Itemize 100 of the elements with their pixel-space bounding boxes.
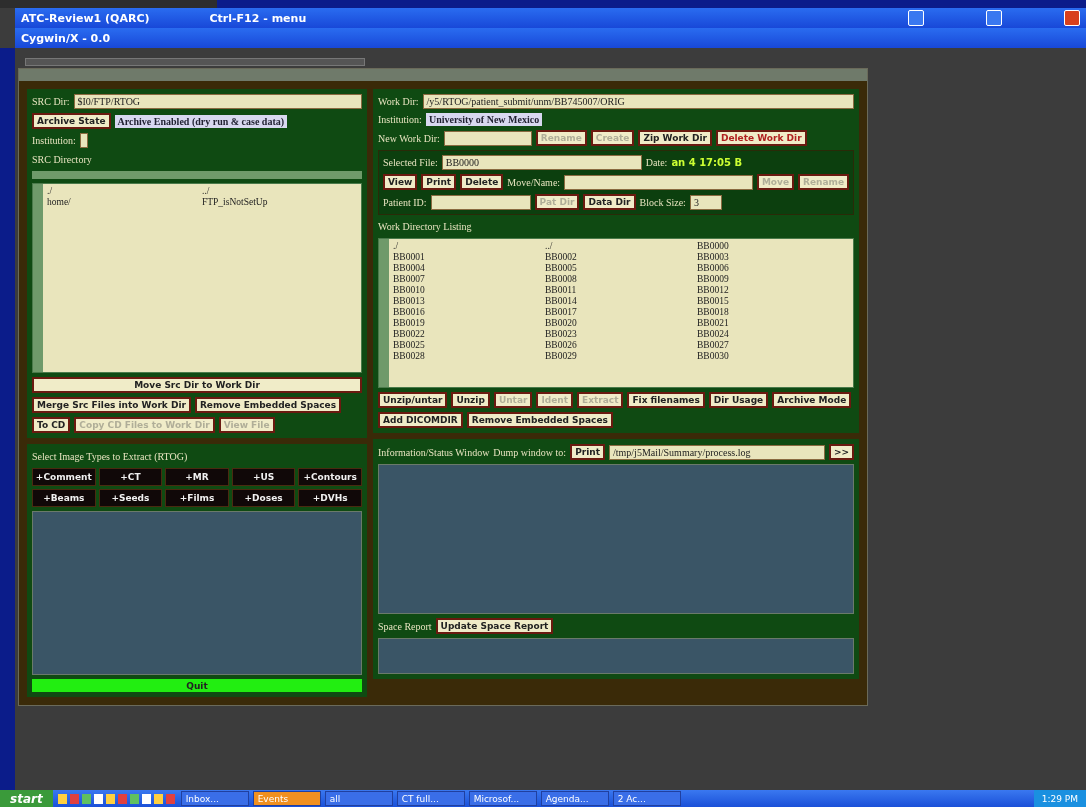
- list-item[interactable]: BB0016: [393, 307, 545, 318]
- update-space-report-button[interactable]: Update Space Report: [435, 618, 554, 634]
- image-type-button[interactable]: +Comment: [32, 468, 96, 486]
- print-button[interactable]: Print: [570, 444, 605, 460]
- button[interactable]: Delete: [460, 174, 504, 190]
- institution-field[interactable]: [79, 133, 88, 148]
- taskbar-button[interactable]: CT full...: [396, 791, 465, 806]
- list-item[interactable]: BB0005: [545, 263, 697, 274]
- list-item[interactable]: BB0010: [393, 285, 545, 296]
- list-item[interactable]: BB0017: [545, 307, 697, 318]
- button[interactable]: Zip Work Dir: [638, 130, 712, 146]
- close-button[interactable]: [1064, 10, 1080, 26]
- list-item[interactable]: BB0000: [697, 241, 849, 252]
- button[interactable]: To CD: [32, 417, 71, 433]
- selected-file-field[interactable]: BB0000: [441, 155, 642, 170]
- button[interactable]: View: [383, 174, 418, 190]
- scrollbar[interactable]: [33, 184, 43, 372]
- field-label: Patient ID:: [383, 196, 427, 208]
- move-button[interactable]: Move Src Dir to Work Dir: [32, 377, 362, 393]
- list-item[interactable]: ../: [545, 241, 697, 252]
- list-item[interactable]: BB0022: [393, 329, 545, 340]
- button[interactable]: Fix filenames: [627, 392, 705, 408]
- maximize-button[interactable]: [986, 10, 1002, 26]
- dump-path-field[interactable]: /tmp/j5Mail/Summary/process.log: [609, 444, 825, 460]
- list-item[interactable]: BB0001: [393, 252, 545, 263]
- list-item[interactable]: BB0021: [697, 318, 849, 329]
- button[interactable]: Remove Embedded Spaces: [466, 412, 613, 428]
- list-item[interactable]: BB0003: [697, 252, 849, 263]
- list-item[interactable]: FTP_isNotSetUp: [202, 197, 357, 208]
- list-item[interactable]: BB0007: [393, 274, 545, 285]
- quit-button[interactable]: Quit: [32, 679, 362, 692]
- window-title: ATC-Review1 (QARC): [21, 11, 150, 25]
- list-item[interactable]: BB0020: [545, 318, 697, 329]
- archive-state-button[interactable]: Archive State: [32, 113, 111, 129]
- archive-status: Archive Enabled (dry run & case data): [114, 114, 288, 128]
- quick-launch-icons[interactable]: [56, 792, 177, 805]
- src-dir-field[interactable]: $I0/FTP/RTOG: [73, 94, 362, 109]
- button[interactable]: Delete Work Dir: [715, 130, 807, 146]
- list-item[interactable]: BB0023: [545, 329, 697, 340]
- button[interactable]: Archive Mode: [772, 392, 852, 408]
- list-item[interactable]: ./: [393, 241, 545, 252]
- scrollbar[interactable]: [379, 239, 389, 387]
- button[interactable]: Dir Usage: [708, 392, 769, 408]
- more-button[interactable]: >>: [828, 444, 854, 460]
- minimize-button[interactable]: [908, 10, 924, 26]
- taskbar-button[interactable]: Microsof...: [468, 791, 537, 806]
- button[interactable]: Merge Src Files into Work Dir: [32, 397, 191, 413]
- image-type-button[interactable]: +MR: [165, 468, 229, 486]
- button[interactable]: Unzip: [451, 392, 490, 408]
- image-type-button[interactable]: +Seeds: [98, 489, 163, 507]
- image-type-button[interactable]: +DVHs: [298, 489, 362, 507]
- button[interactable]: Print: [421, 174, 457, 190]
- list-item[interactable]: BB0008: [545, 274, 697, 285]
- list-item[interactable]: BB0015: [697, 296, 849, 307]
- list-item[interactable]: BB0025: [393, 340, 545, 351]
- image-type-button[interactable]: +CT: [98, 468, 163, 486]
- button[interactable]: Unzip/untar: [378, 392, 448, 408]
- new-dir-field[interactable]: [443, 130, 532, 146]
- button[interactable]: Data Dir: [583, 194, 636, 210]
- image-type-button[interactable]: +Films: [165, 489, 229, 507]
- list-item[interactable]: BB0012: [697, 285, 849, 296]
- taskbar-button[interactable]: Agenda...: [540, 791, 609, 806]
- image-type-button[interactable]: +Doses: [231, 489, 296, 507]
- scrollbar[interactable]: [32, 171, 362, 179]
- image-type-button[interactable]: +Contours: [298, 468, 362, 486]
- taskbar-button[interactable]: all: [324, 791, 393, 806]
- list-item[interactable]: BB0013: [393, 296, 545, 307]
- start-button[interactable]: start: [0, 790, 53, 807]
- list-item[interactable]: BB0011: [545, 285, 697, 296]
- taskbar-button[interactable]: 2 Ac...: [612, 791, 681, 806]
- list-item[interactable]: ./: [47, 186, 202, 197]
- list-item[interactable]: BB0028: [393, 351, 545, 362]
- work-dir-field[interactable]: /y5/RTOG/patient_submit/unm/BB745007/ORIG: [422, 94, 854, 109]
- button[interactable]: Remove Embedded Spaces: [194, 397, 342, 413]
- image-type-button[interactable]: +US: [231, 468, 296, 486]
- list-item[interactable]: BB0002: [545, 252, 697, 263]
- field-label: Dump window to:: [493, 446, 567, 458]
- move-name-field[interactable]: [564, 174, 753, 190]
- section-title: Information/Status Window: [378, 446, 490, 458]
- list-item[interactable]: home/: [47, 197, 202, 208]
- button[interactable]: Add DICOMDIR: [378, 412, 463, 428]
- list-item[interactable]: BB0018: [697, 307, 849, 318]
- list-item[interactable]: BB0004: [393, 263, 545, 274]
- list-item[interactable]: BB0026: [545, 340, 697, 351]
- field-label: Date:: [645, 157, 668, 168]
- list-item[interactable]: BB0024: [697, 329, 849, 340]
- list-item[interactable]: BB0029: [545, 351, 697, 362]
- list-item[interactable]: BB0014: [545, 296, 697, 307]
- list-item[interactable]: BB0006: [697, 263, 849, 274]
- list-item[interactable]: ../: [202, 186, 357, 197]
- list-item[interactable]: BB0009: [697, 274, 849, 285]
- block-size-field[interactable]: 3: [689, 194, 722, 210]
- field-label: Institution:: [378, 114, 422, 125]
- field-label: Institution:: [32, 135, 76, 146]
- taskbar-button[interactable]: Inbox...: [180, 791, 249, 806]
- list-item[interactable]: BB0030: [697, 351, 849, 362]
- image-type-button[interactable]: +Beams: [32, 489, 96, 507]
- list-item[interactable]: BB0019: [393, 318, 545, 329]
- list-item[interactable]: BB0027: [697, 340, 849, 351]
- patient-id-field[interactable]: [430, 194, 531, 210]
